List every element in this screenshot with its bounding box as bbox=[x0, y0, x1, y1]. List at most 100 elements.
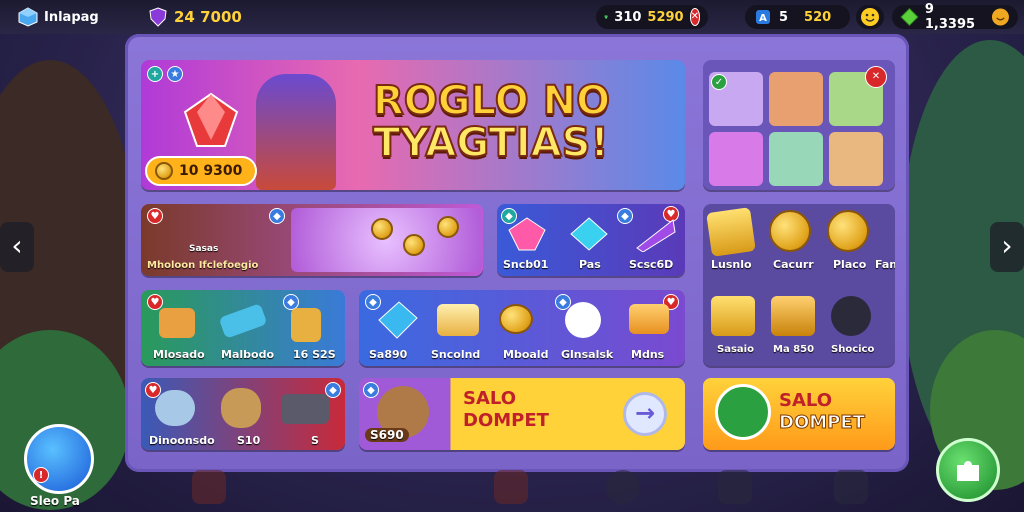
gem-icon: ◆ bbox=[269, 208, 285, 224]
bundle-card-d[interactable]: ♥ ◆ Dinoonsdo S10 S bbox=[141, 378, 345, 450]
star-icon: ★ bbox=[167, 66, 183, 82]
pack-a-label: Dinoonsdo bbox=[149, 434, 215, 447]
sale-b-title-line1: SALO bbox=[779, 390, 833, 411]
gold-counter[interactable]: 9 1,3395 bbox=[892, 2, 1018, 32]
gold-coin-item[interactable] bbox=[827, 210, 869, 252]
nav-list-icon[interactable] bbox=[834, 470, 868, 504]
clover-gem-icon bbox=[604, 15, 608, 19]
item-b-label: Malbodo bbox=[221, 348, 275, 361]
cannon-item bbox=[281, 394, 329, 424]
sale-card-a[interactable]: ◆ S690 SALO DOMPET → bbox=[359, 378, 685, 450]
item-c-label: 16 S2S bbox=[293, 348, 336, 361]
hero-title-line2: TYAGTIAS! bbox=[372, 120, 610, 166]
bundle-a-sub: Sasas bbox=[189, 244, 219, 254]
add-icon[interactable]: ✕ bbox=[689, 8, 700, 26]
top-bar: Inlapag 24 7000 310 5290 ✕ A 5 520 9 1,3… bbox=[0, 0, 1024, 34]
pet-brown bbox=[221, 388, 261, 428]
gold-r7-label: Shocico bbox=[831, 344, 875, 355]
arrow-right-button[interactable]: → bbox=[623, 392, 667, 436]
coin-icon bbox=[371, 218, 393, 240]
ticket-icon: A bbox=[756, 10, 770, 24]
level-text: 24 7000 bbox=[174, 8, 242, 26]
svg-text:A: A bbox=[759, 13, 767, 24]
level-indicator: 24 7000 bbox=[140, 5, 250, 29]
pink-gem-icon bbox=[508, 217, 546, 251]
character-puppy[interactable] bbox=[829, 132, 883, 186]
nav-gear-icon[interactable] bbox=[718, 470, 752, 504]
gem-card[interactable]: ◆ ◆ ♥ Sncb01 Pas Scsc6D bbox=[497, 204, 685, 276]
panda-item[interactable] bbox=[831, 296, 871, 336]
gem-b-label: Pas bbox=[579, 258, 601, 271]
character-fox[interactable] bbox=[769, 72, 823, 126]
bundle-card-c[interactable]: ◆ ◆ ♥ Sa890 Sncolnd Mboald Glnsalsk Mdns bbox=[359, 290, 685, 366]
smiley-coin-icon bbox=[992, 8, 1010, 26]
puzzle-icon bbox=[957, 461, 979, 481]
bread-item bbox=[437, 304, 479, 336]
chevron-right-icon: › bbox=[1001, 229, 1013, 262]
next-arrow-button[interactable]: › bbox=[990, 222, 1024, 272]
bundle-a-label: Mholoon Ifclefoegio bbox=[147, 260, 259, 271]
coin-icon bbox=[155, 162, 173, 180]
pack-b-label: S10 bbox=[237, 434, 261, 447]
hero-price-button[interactable]: 10 9300 bbox=[145, 156, 257, 186]
gold-bar-item[interactable] bbox=[711, 296, 755, 336]
gold-r1-label: Lusnlo bbox=[711, 258, 752, 271]
gold-block-item[interactable] bbox=[706, 207, 756, 257]
prev-arrow-button[interactable]: ‹ bbox=[0, 222, 34, 272]
coin-icon bbox=[403, 234, 425, 256]
gems-value: 310 bbox=[614, 9, 642, 25]
nav-search-icon[interactable] bbox=[606, 470, 640, 504]
gem-c-label: Scsc6D bbox=[629, 258, 674, 271]
character-grid: ✓ ✕ bbox=[703, 60, 895, 190]
hand-item bbox=[159, 308, 195, 338]
hero-title: ROGLO NO TYAGTIAS! bbox=[372, 78, 611, 166]
pet-grey bbox=[155, 390, 195, 426]
gold-items-card: Lusnlo Cacurr Placo Fanlio Sasaio Ma 850… bbox=[703, 204, 895, 366]
chest-item bbox=[629, 304, 669, 334]
hero-banner[interactable]: + ★ ROGLO NO TYAGTIAS! 10 9300 bbox=[141, 60, 685, 190]
notification-badge: ! bbox=[33, 467, 49, 483]
energy-value: 520 bbox=[804, 9, 832, 25]
nav-gift-icon[interactable] bbox=[192, 470, 226, 504]
arrow-right-icon: → bbox=[634, 399, 656, 427]
gem-a-label: Sncb01 bbox=[503, 258, 549, 271]
bundle-card-a[interactable]: ♥ ◆ Sasas Mholoon Ifclefoegio bbox=[141, 204, 483, 276]
sale-b-title-line2: DOMPET bbox=[779, 412, 866, 434]
sale-a-price: S690 bbox=[365, 428, 409, 442]
nav-sword-icon[interactable] bbox=[494, 470, 528, 504]
tickets-counter[interactable]: A 5 520 bbox=[745, 5, 850, 29]
bundle-card-b[interactable]: ♥ ◆ Mlosado Malbodo 16 S2S bbox=[141, 290, 345, 366]
app-title: Inlapag bbox=[10, 5, 107, 29]
item-g-label: Glnsalsk bbox=[561, 348, 614, 361]
sale-card-b[interactable]: SALO DOMPET bbox=[703, 378, 895, 450]
gold-bar-item[interactable] bbox=[771, 296, 815, 336]
sale-a-title: SALO DOMPET bbox=[463, 388, 549, 432]
purple-crystal-icon bbox=[636, 219, 676, 252]
close-icon[interactable]: ✕ bbox=[865, 66, 887, 88]
profile-button[interactable]: ! bbox=[24, 424, 94, 494]
puzzle-button[interactable] bbox=[936, 438, 1000, 502]
blue-gem-icon bbox=[570, 217, 608, 251]
bunny-item bbox=[565, 302, 601, 338]
smiley-button[interactable] bbox=[856, 5, 884, 29]
check-icon: ✓ bbox=[711, 74, 727, 90]
hero-title-line1: ROGLO NO bbox=[372, 78, 611, 124]
plus-icon: + bbox=[147, 66, 163, 82]
gold-r5-label: Sasaio bbox=[717, 344, 754, 355]
item-f-label: Mboald bbox=[503, 348, 549, 361]
heart-icon: ♥ bbox=[147, 294, 163, 310]
sale-a-title-line2: DOMPET bbox=[463, 410, 549, 431]
profile-label: Sleo Pa bbox=[30, 494, 80, 508]
green-gem-icon bbox=[900, 7, 919, 27]
coin-icon bbox=[437, 216, 459, 238]
shop-panel: + ★ ROGLO NO TYAGTIAS! 10 9300 ✓ ✕ ♥ ◆ S… bbox=[125, 34, 909, 472]
character-cat-pink[interactable] bbox=[709, 132, 763, 186]
gold-coin-item[interactable] bbox=[769, 210, 811, 252]
shield-icon bbox=[149, 7, 167, 27]
red-gem-icon bbox=[183, 92, 239, 147]
gems-counter[interactable]: 310 5290 ✕ bbox=[596, 5, 708, 29]
app-name: Inlapag bbox=[44, 9, 99, 25]
character-cat-mint[interactable] bbox=[769, 132, 823, 186]
coin-stack-icon bbox=[499, 304, 533, 334]
gold-r4-label: Fanlio bbox=[875, 258, 895, 271]
